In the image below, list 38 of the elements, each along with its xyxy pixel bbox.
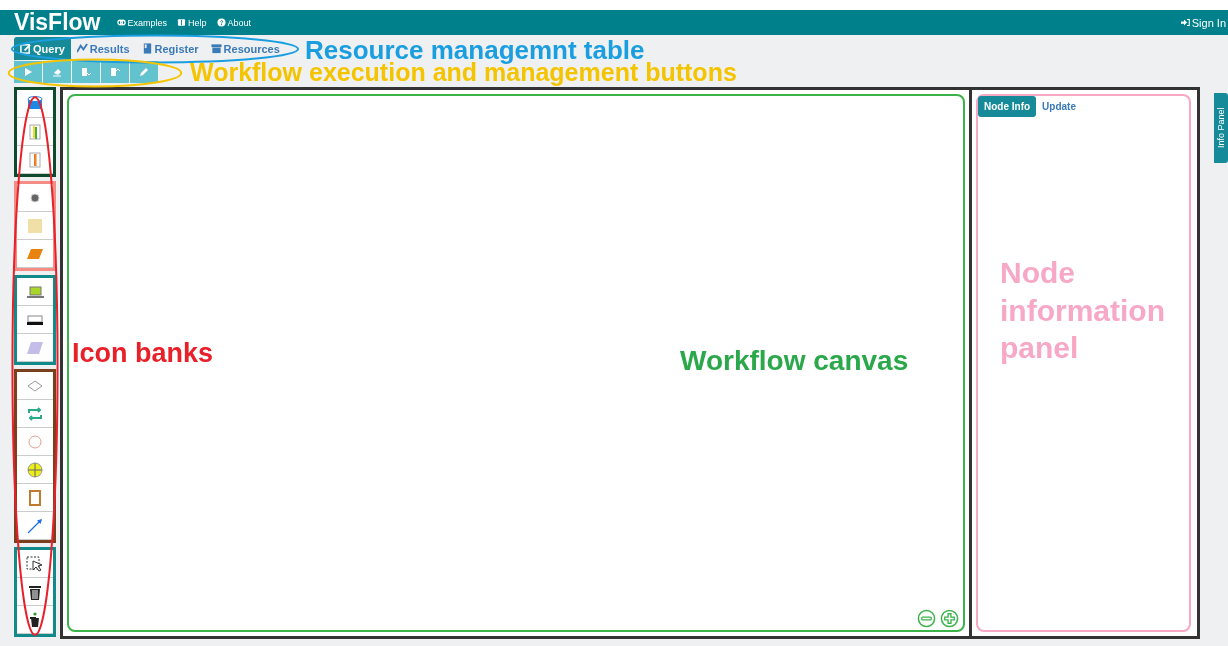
play-icon <box>23 67 33 77</box>
save-icon <box>81 67 91 77</box>
save-button[interactable] <box>72 61 100 83</box>
side-tab[interactable]: Info Panel <box>1214 93 1228 163</box>
brand-logo[interactable]: VisFlow <box>14 9 101 36</box>
chart-icon <box>76 43 88 54</box>
book-icon <box>177 18 186 27</box>
panel-tab[interactable]: Node Info <box>978 96 1037 117</box>
annotation-label: Workflow canvas <box>680 344 909 378</box>
edit-icon <box>20 43 31 54</box>
square-icon <box>25 216 45 235</box>
circle-icon <box>25 432 45 451</box>
sign-in-link[interactable]: Sign In <box>1180 16 1228 29</box>
help-icon <box>216 18 226 27</box>
loop-icon <box>25 404 45 423</box>
save-button[interactable] <box>101 61 129 83</box>
file-icon <box>141 43 153 54</box>
save-icon <box>110 67 120 77</box>
arrow-icon <box>25 516 45 535</box>
tab[interactable]: Resources <box>204 37 286 60</box>
pencil-icon <box>139 67 149 77</box>
nav-link[interactable]: Help <box>177 17 207 28</box>
tab[interactable]: Results <box>70 37 136 60</box>
select-icon <box>25 554 45 573</box>
tab[interactable]: Register <box>135 37 205 60</box>
annotation-label: Icon banks <box>72 337 214 370</box>
archive-icon <box>210 43 222 54</box>
sign-in-icon <box>1180 18 1190 27</box>
link-icon <box>116 18 126 27</box>
zoom-out-icon[interactable] <box>917 609 936 628</box>
eraser-icon <box>52 67 62 77</box>
zoom-in-icon[interactable] <box>940 609 959 628</box>
panel-tab[interactable]: Update <box>1036 96 1082 117</box>
clear-button[interactable] <box>43 61 71 83</box>
annotation-label: Node information panel <box>1000 255 1166 366</box>
nav-link[interactable]: About <box>216 17 252 28</box>
crosshair-icon <box>25 460 45 479</box>
nav-link[interactable]: Examples <box>116 17 167 28</box>
